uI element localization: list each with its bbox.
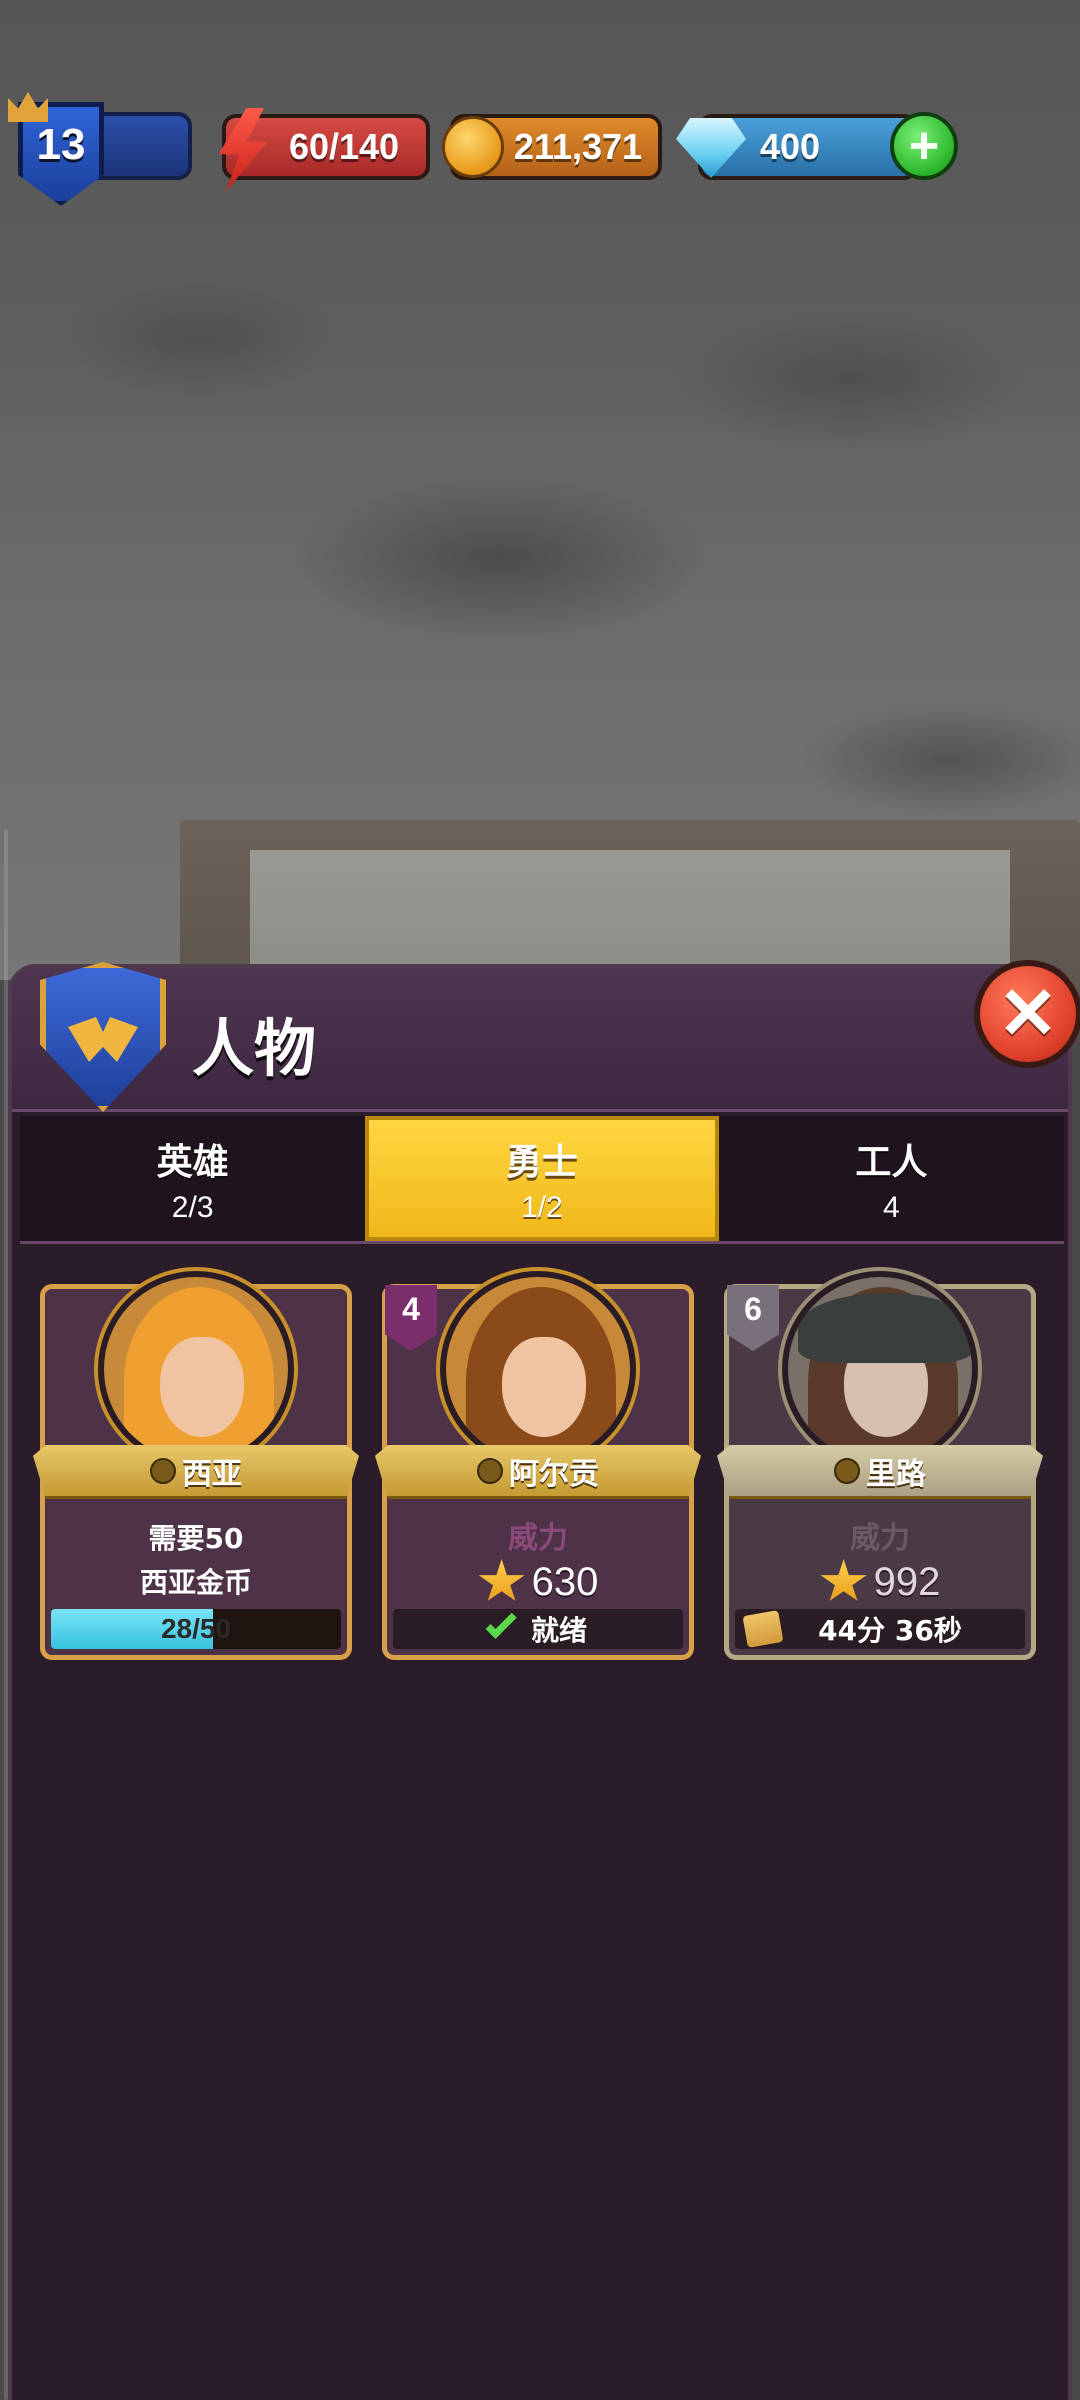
tab-label: 勇士 xyxy=(505,1141,578,1183)
rank-badge: 4 xyxy=(385,1285,437,1351)
tab-label: 工人 xyxy=(855,1141,928,1183)
tab-heroes[interactable]: 英雄 2/3 xyxy=(20,1116,365,1241)
player-level: 13 xyxy=(36,120,86,169)
requirement-text: 需要50 xyxy=(148,1522,244,1555)
progress-text: 28/50 xyxy=(160,1613,232,1644)
power-row: 630 xyxy=(387,1559,689,1605)
timer-bar: 44分 36秒 xyxy=(735,1609,1025,1649)
character-portrait xyxy=(782,1271,978,1467)
panel-header: 人物 ✕ xyxy=(12,960,1080,1112)
star-icon xyxy=(478,1559,525,1601)
status-text: 就绪 xyxy=(530,1614,587,1647)
character-name: 里路 xyxy=(866,1456,926,1492)
tab-warriors[interactable]: 勇士 1/2 xyxy=(365,1116,719,1241)
coin-emblem-icon xyxy=(834,1457,860,1484)
power-label: 威力 xyxy=(850,1521,910,1556)
tab-count: 1/2 xyxy=(521,1190,563,1224)
characters-panel: 人物 ✕ 英雄 2/3 勇士 1/2 工人 4 西亚 需要50 西亚金币 28/… xyxy=(8,960,1080,2400)
character-card-lilu[interactable]: 6 里路 威力 992 44分 36秒 xyxy=(717,1271,1043,1660)
top-hud: 13 60/140 211,371 400 + xyxy=(0,0,1080,206)
rank-badge: 6 xyxy=(727,1285,779,1351)
timer-text: 44分 36秒 xyxy=(818,1614,962,1647)
power-value: 992 xyxy=(873,1559,941,1604)
close-icon: ✕ xyxy=(997,974,1059,1054)
crown-icon xyxy=(8,92,48,122)
category-tabs: 英雄 2/3 勇士 1/2 工人 4 xyxy=(20,1116,1064,1244)
checkmark-icon xyxy=(485,1607,517,1639)
gold-coin-icon xyxy=(442,116,504,178)
tab-count: 4 xyxy=(882,1190,900,1224)
star-icon xyxy=(820,1559,867,1601)
name-banner: 西亚 xyxy=(33,1445,359,1499)
character-name: 阿尔贡 xyxy=(509,1456,599,1492)
quest-scroll-icon xyxy=(742,1610,784,1648)
character-portrait xyxy=(98,1271,294,1467)
close-button[interactable]: ✕ xyxy=(974,960,1080,1068)
unlock-progress-bar: 28/50 xyxy=(51,1609,341,1649)
coin-emblem-icon xyxy=(477,1457,503,1484)
character-portrait xyxy=(440,1271,636,1467)
name-banner: 里路 xyxy=(717,1445,1043,1499)
tab-workers[interactable]: 工人 4 xyxy=(719,1116,1064,1241)
gold-value: 211,371 xyxy=(513,126,643,167)
power-value: 630 xyxy=(531,1559,599,1604)
gem-value: 400 xyxy=(759,126,821,167)
coin-emblem-icon xyxy=(150,1457,176,1484)
tab-count: 2/3 xyxy=(171,1190,214,1224)
character-card-argon[interactable]: 4 阿尔贡 威力 630 就绪 xyxy=(375,1271,701,1660)
tab-label: 英雄 xyxy=(156,1141,229,1183)
power-label: 威力 xyxy=(508,1521,568,1556)
panel-title: 人物 xyxy=(192,1012,317,1085)
requirement-currency: 西亚金币 xyxy=(139,1566,252,1599)
name-banner: 阿尔贡 xyxy=(375,1445,701,1499)
status-bar: 就绪 xyxy=(393,1607,683,1649)
character-name: 西亚 xyxy=(182,1456,242,1492)
energy-value: 60/140 xyxy=(288,126,400,167)
character-card-xiya[interactable]: 西亚 需要50 西亚金币 28/50 xyxy=(33,1271,359,1660)
hat xyxy=(798,1293,972,1363)
winged-shield-icon xyxy=(40,962,166,1112)
add-gems-button[interactable]: + xyxy=(890,112,958,180)
power-row: 992 xyxy=(729,1559,1031,1605)
